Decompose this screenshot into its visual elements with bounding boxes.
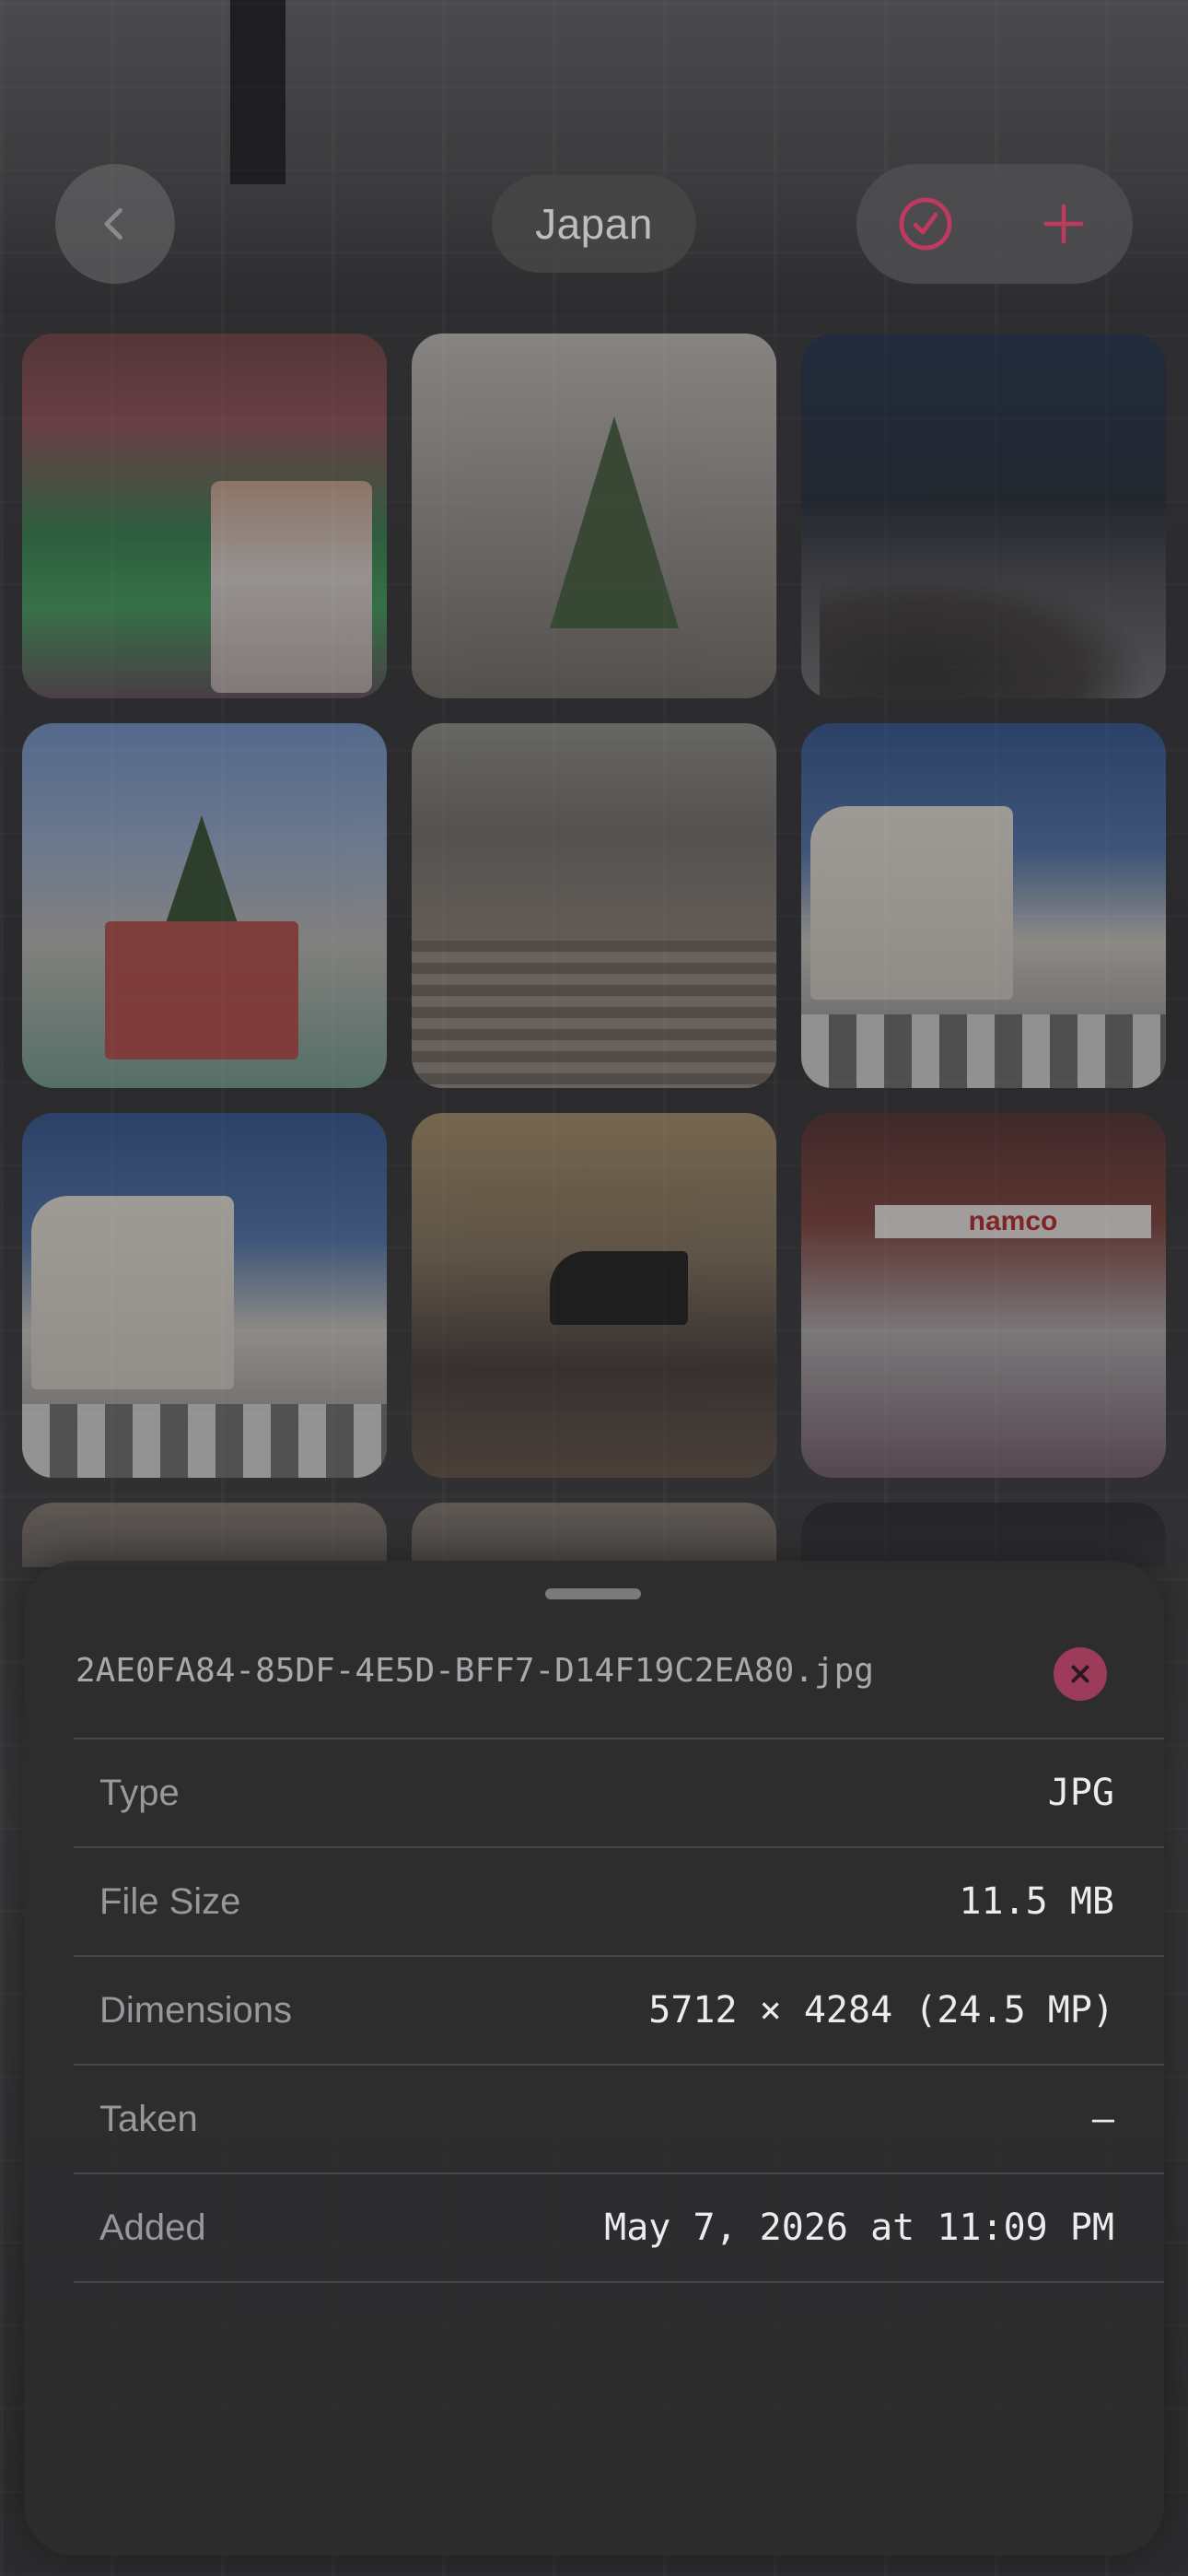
photo-tile[interactable] bbox=[801, 723, 1166, 1088]
photo-tile[interactable] bbox=[22, 334, 387, 698]
info-label: Type bbox=[99, 1773, 180, 1813]
crosswalk bbox=[801, 1014, 1166, 1088]
sheet-grabber[interactable] bbox=[545, 1588, 641, 1599]
photo-tile[interactable] bbox=[412, 723, 776, 1088]
add-button[interactable] bbox=[995, 164, 1133, 284]
album-title[interactable]: Japan bbox=[492, 175, 696, 273]
photo-tile[interactable] bbox=[22, 1503, 387, 1567]
plus-icon bbox=[1043, 204, 1084, 244]
checkmark-circle-icon bbox=[899, 197, 952, 251]
figure-poster bbox=[211, 481, 372, 693]
photo-tile[interactable] bbox=[22, 1113, 387, 1478]
info-value: — bbox=[1091, 2098, 1114, 2140]
photo-grid: namco bbox=[22, 334, 1166, 1567]
info-value: May 7, 2026 at 11:09 PM bbox=[604, 2207, 1114, 2249]
select-button[interactable] bbox=[856, 164, 995, 284]
christmas-tree bbox=[550, 416, 679, 628]
xmark-icon bbox=[1071, 1665, 1089, 1683]
photo-tile[interactable] bbox=[412, 1503, 776, 1567]
action-group bbox=[856, 164, 1133, 284]
stairs bbox=[412, 941, 776, 1088]
photo-tile[interactable] bbox=[801, 1503, 1166, 1567]
piano bbox=[550, 1251, 688, 1325]
info-label: Taken bbox=[99, 2099, 198, 2139]
info-row-type: Type JPG bbox=[74, 1738, 1164, 1846]
photo-tile[interactable] bbox=[412, 1113, 776, 1478]
info-rows: Type JPG File Size 11.5 MB Dimensions 57… bbox=[74, 1738, 1164, 2283]
photo-tile[interactable] bbox=[412, 334, 776, 698]
building bbox=[31, 1196, 234, 1389]
photo-tile[interactable]: namco bbox=[801, 1113, 1166, 1478]
close-button[interactable] bbox=[1054, 1647, 1107, 1701]
info-row-file-size: File Size 11.5 MB bbox=[74, 1846, 1164, 1955]
file-name: 2AE0FA84-85DF-4E5D-BFF7-D14F19C2EA80.jpg bbox=[76, 1652, 874, 1690]
info-value: 11.5 MB bbox=[959, 1880, 1114, 1923]
info-row-added: Added May 7, 2026 at 11:09 PM bbox=[74, 2172, 1164, 2283]
info-row-taken: Taken — bbox=[74, 2064, 1164, 2172]
store-sign: namco bbox=[875, 1205, 1151, 1238]
album-title-label: Japan bbox=[535, 200, 653, 248]
photo-info-sheet: 2AE0FA84-85DF-4E5D-BFF7-D14F19C2EA80.jpg… bbox=[24, 1561, 1164, 2556]
crosswalk bbox=[22, 1404, 387, 1478]
store-sign-text: namco bbox=[968, 1206, 1058, 1236]
chevron-left-icon bbox=[104, 207, 122, 240]
info-label: Dimensions bbox=[99, 1990, 292, 2031]
screen: Japan namco 2AE0FA84-85DF-4E5D-BFF7-D14F… bbox=[0, 0, 1188, 2576]
photo-tile[interactable] bbox=[22, 723, 387, 1088]
info-label: Added bbox=[99, 2207, 206, 2248]
christmas-tree bbox=[165, 815, 239, 926]
info-label: File Size bbox=[99, 1881, 241, 1922]
photo-tile[interactable] bbox=[801, 334, 1166, 698]
back-button[interactable] bbox=[55, 164, 175, 284]
info-value: JPG bbox=[1047, 1772, 1114, 1814]
info-row-dimensions: Dimensions 5712 × 4284 (24.5 MP) bbox=[74, 1955, 1164, 2064]
building bbox=[810, 806, 1013, 1000]
crowd bbox=[820, 569, 1151, 698]
info-value: 5712 × 4284 (24.5 MP) bbox=[648, 1989, 1114, 2032]
booth bbox=[105, 921, 298, 1060]
